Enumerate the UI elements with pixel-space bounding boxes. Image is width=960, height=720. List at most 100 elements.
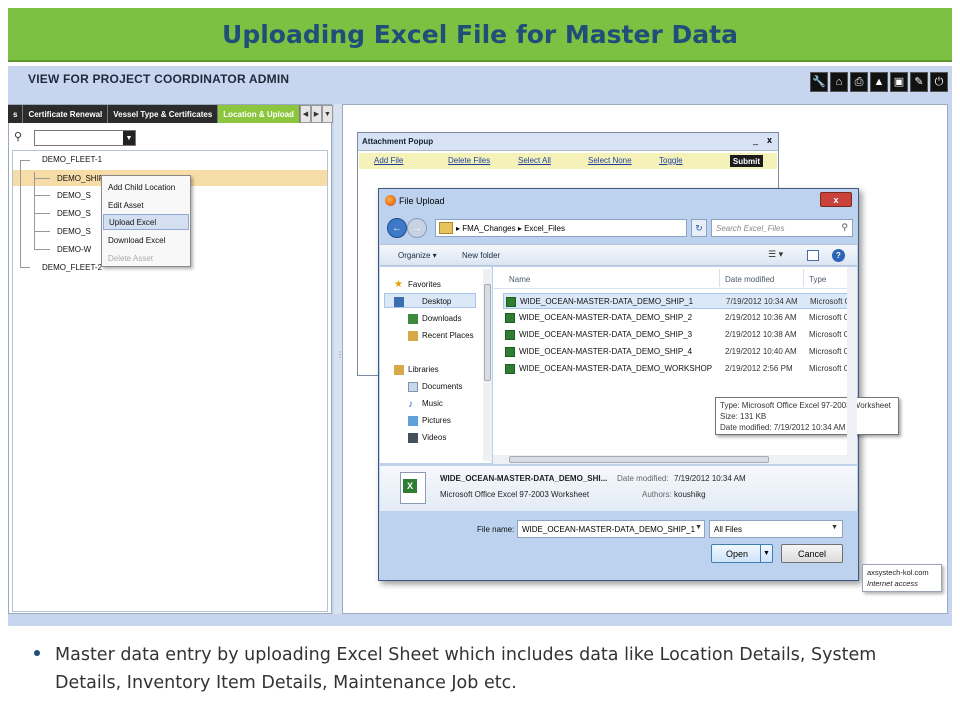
- recent-places-icon: [408, 331, 418, 341]
- nav-downloads[interactable]: Downloads: [422, 314, 462, 323]
- menu-item-upload-excel[interactable]: Upload Excel: [103, 214, 189, 230]
- help-icon[interactable]: ?: [832, 249, 845, 262]
- organize-button[interactable]: Organize ▾: [398, 251, 437, 260]
- refresh-icon[interactable]: ↻: [691, 219, 707, 237]
- submit-button[interactable]: Submit: [729, 155, 763, 167]
- tab-certificate-renewal[interactable]: Certificate Renewal: [23, 105, 109, 123]
- column-name[interactable]: Name: [509, 275, 530, 284]
- view-title: VIEW FOR PROJECT COORDINATOR ADMIN: [28, 72, 290, 86]
- chevron-down-icon[interactable]: ▼: [123, 131, 135, 145]
- preview-pane-icon[interactable]: [807, 250, 819, 261]
- details-date: 7/19/2012 10:34 AM: [674, 474, 746, 483]
- tree-filter-select[interactable]: ▼: [34, 130, 136, 146]
- column-date-modified[interactable]: Date modified: [725, 275, 774, 284]
- document-icon[interactable]: ▣: [890, 72, 908, 92]
- column-divider: [719, 269, 720, 287]
- details-pane: X WIDE_OCEAN-MASTER-DATA_DEMO_SHI... Dat…: [380, 465, 857, 511]
- chevron-down-icon[interactable]: ▼: [695, 524, 702, 531]
- tab-scroll-right-icon[interactable]: ▶: [310, 105, 322, 123]
- panel-splitter[interactable]: [334, 104, 342, 614]
- file-row[interactable]: WIDE_OCEAN-MASTER-DATA_DEMO_SHIP_3 2/19/…: [503, 327, 855, 343]
- nav-libraries[interactable]: Libraries: [408, 365, 439, 374]
- videos-icon: [408, 433, 418, 443]
- close-icon[interactable]: x: [767, 135, 772, 145]
- cancel-button[interactable]: Cancel: [781, 544, 843, 563]
- select-none-link[interactable]: Select None: [588, 156, 632, 165]
- pictures-icon: [408, 416, 418, 426]
- chevron-down-icon[interactable]: ▼: [831, 524, 838, 531]
- forward-arrow-icon[interactable]: →: [407, 218, 427, 238]
- tree-node[interactable]: DEMO_FLEET-1: [42, 155, 102, 164]
- tab-partial[interactable]: s: [8, 105, 24, 123]
- search-icon[interactable]: ⚲: [14, 130, 22, 143]
- nav-recent-places[interactable]: Recent Places: [422, 331, 474, 340]
- file-list-header: Name Date modified Type: [493, 267, 857, 289]
- file-date: 2/19/2012 10:36 AM: [725, 313, 797, 322]
- folder-icon: [439, 222, 453, 234]
- menu-item-edit-asset[interactable]: Edit Asset: [103, 197, 189, 213]
- tree-connector: [34, 172, 35, 250]
- add-file-link[interactable]: Add File: [374, 156, 403, 165]
- chevron-down-icon[interactable]: ▼: [760, 545, 772, 562]
- power-icon[interactable]: ⏻: [930, 72, 948, 92]
- details-authors-label: Authors:: [642, 490, 672, 499]
- warning-icon[interactable]: ▲: [870, 72, 888, 92]
- tree-node[interactable]: DEMO_S: [57, 209, 91, 218]
- tree-node[interactable]: DEMO_S: [57, 191, 91, 200]
- file-date: 2/19/2012 2:56 PM: [725, 364, 793, 373]
- details-authors: koushikg: [674, 490, 706, 499]
- file-type-value: All Files: [714, 524, 743, 534]
- tab-vessel-type-certificates[interactable]: Vessel Type & Certificates: [108, 105, 219, 123]
- file-row[interactable]: WIDE_OCEAN-MASTER-DATA_DEMO_SHIP_1 7/19/…: [503, 293, 855, 309]
- file-tooltip: Type: Microsoft Office Excel 97-2003 Wor…: [715, 397, 899, 435]
- print-icon[interactable]: ⎙: [850, 72, 868, 92]
- view-options-icon[interactable]: ☰ ▾: [768, 249, 794, 263]
- tree-node[interactable]: DEMO-W: [57, 245, 91, 254]
- slide-title: Uploading Excel File for Master Data: [222, 20, 738, 49]
- nav-pictures[interactable]: Pictures: [422, 416, 451, 425]
- file-row[interactable]: WIDE_OCEAN-MASTER-DATA_DEMO_SHIP_4 2/19/…: [503, 344, 855, 360]
- music-icon: ♪: [408, 399, 413, 410]
- file-row[interactable]: WIDE_OCEAN-MASTER-DATA_DEMO_WORKSHOP 2/1…: [503, 361, 855, 377]
- file-row[interactable]: WIDE_OCEAN-MASTER-DATA_DEMO_SHIP_2 2/19/…: [503, 310, 855, 326]
- file-list-scrollbar[interactable]: [847, 267, 857, 455]
- wrench-icon[interactable]: 🔧: [810, 72, 828, 92]
- toggle-link[interactable]: Toggle: [659, 156, 683, 165]
- nav-music[interactable]: Music: [422, 399, 443, 408]
- menu-item-download-excel[interactable]: Download Excel: [103, 232, 189, 248]
- downloads-icon: [408, 314, 418, 324]
- select-all-link[interactable]: Select All: [518, 156, 551, 165]
- menu-item-add-child-location[interactable]: Add Child Location: [103, 179, 189, 195]
- tree-node[interactable]: DEMO_FLEET-2: [42, 263, 102, 272]
- address-bar[interactable]: ▸ FMA_Changes ▸ Excel_Files: [435, 219, 687, 237]
- horizontal-scrollbar-thumb[interactable]: [509, 456, 769, 463]
- new-folder-button[interactable]: New folder: [462, 251, 500, 260]
- libraries-icon: [394, 365, 404, 375]
- tooltip-size: Size: 131 KB: [720, 412, 767, 421]
- back-arrow-icon[interactable]: ←: [387, 218, 407, 238]
- nav-desktop[interactable]: Desktop: [422, 297, 451, 306]
- column-type[interactable]: Type: [809, 275, 826, 284]
- open-button[interactable]: Open ▼: [711, 544, 773, 563]
- nav-documents[interactable]: Documents: [422, 382, 462, 391]
- minimize-icon[interactable]: _: [753, 135, 758, 145]
- bullet-point: [34, 650, 40, 656]
- tab-scroll-left-icon[interactable]: ◀: [299, 105, 311, 123]
- nav-favorites[interactable]: Favorites: [408, 280, 441, 289]
- close-button[interactable]: x: [820, 192, 852, 207]
- file-date: 7/19/2012 10:34 AM: [726, 297, 798, 306]
- tree-node[interactable]: DEMO_S: [57, 227, 91, 236]
- file-type-select[interactable]: All Files ▼: [709, 520, 843, 538]
- tab-menu-icon[interactable]: ▼: [321, 105, 333, 123]
- file-name-input[interactable]: WIDE_OCEAN-MASTER-DATA_DEMO_SHIP_1 ▼: [517, 520, 705, 538]
- home-icon[interactable]: ⌂: [830, 72, 848, 92]
- pencil-icon[interactable]: ✎: [910, 72, 928, 92]
- nav-scrollbar-thumb[interactable]: [484, 284, 491, 381]
- path-segment[interactable]: Excel_Files: [524, 224, 565, 233]
- search-input[interactable]: Search Excel_Files ⚲: [711, 219, 853, 237]
- tab-location-upload[interactable]: Location & Upload: [218, 105, 300, 123]
- delete-files-link[interactable]: Delete Files: [448, 156, 490, 165]
- path-segment[interactable]: FMA_Changes: [462, 224, 515, 233]
- nav-videos[interactable]: Videos: [422, 433, 446, 442]
- file-name: WIDE_OCEAN-MASTER-DATA_DEMO_SHIP_1: [520, 297, 694, 306]
